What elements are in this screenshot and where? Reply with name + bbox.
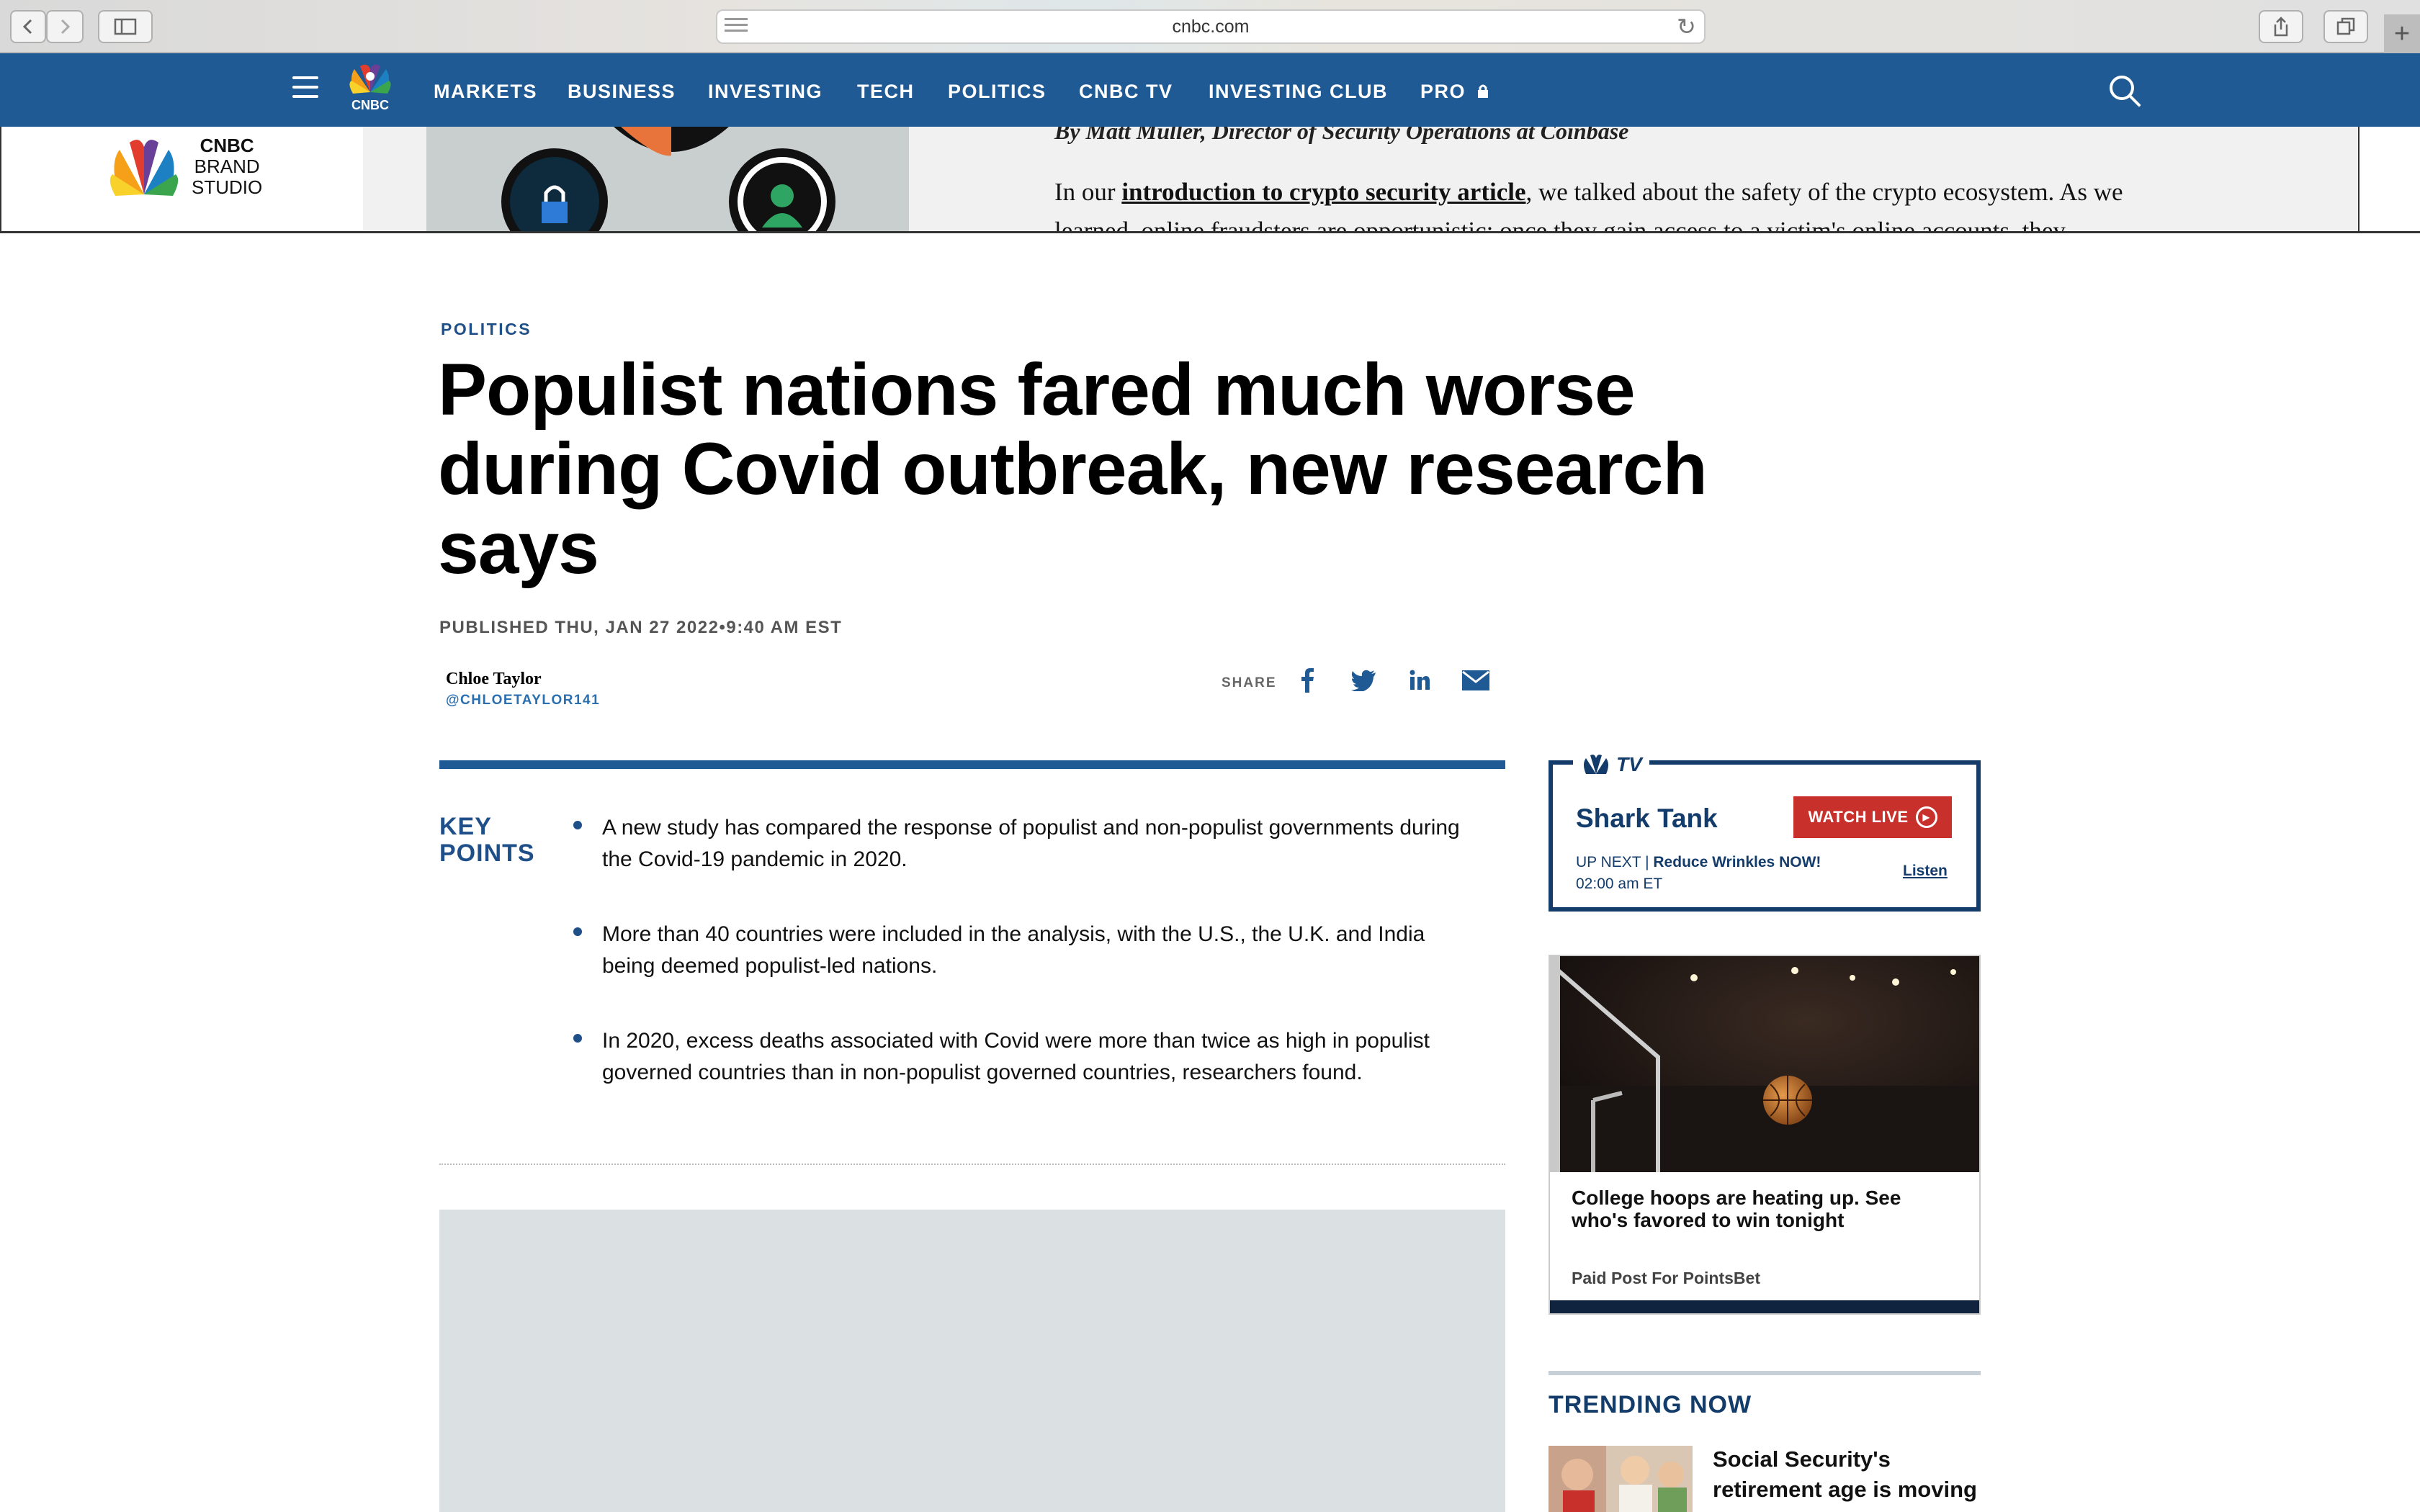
ad-right-panel (2358, 127, 2420, 231)
reload-icon[interactable]: ↻ (1677, 13, 1696, 40)
ad-paragraph: In our introduction to crypto security a… (1054, 173, 2207, 231)
trending-rule (1549, 1371, 1981, 1375)
bullet-icon (573, 1034, 582, 1043)
key-points-title-line1: KEY (439, 813, 492, 840)
nav-item-politics[interactable]: POLITICS (948, 81, 1047, 103)
nav-item-tech[interactable]: TECH (857, 81, 915, 103)
chevron-right-icon (60, 19, 71, 35)
back-button[interactable] (10, 10, 46, 43)
linkedin-share-button[interactable] (1404, 665, 1435, 696)
trending-thumbnail[interactable] (1549, 1446, 1693, 1512)
key-point-1: A new study has compared the response of… (602, 816, 1460, 871)
cnbc-tv-logo: TV (1573, 753, 1649, 776)
facebook-share-button[interactable] (1292, 665, 1322, 696)
share-label: SHARE (1222, 675, 1277, 690)
ad-banner[interactable]: CNBC BRAND STUDIO By Matt Muller, Direct… (0, 127, 2420, 233)
nav-item-cnbc-tv[interactable]: CNBC TV (1079, 81, 1173, 103)
chevron-left-icon (22, 19, 32, 35)
email-icon (1462, 670, 1489, 690)
bullet-icon (573, 927, 582, 936)
lock-icon (1478, 84, 1489, 98)
ad-article-link[interactable]: introduction to crypto security article (1121, 178, 1525, 206)
nav-item-investing-club[interactable]: INVESTING CLUB (1209, 81, 1388, 103)
listen-link[interactable]: Listen (1903, 863, 1948, 880)
menu-icon[interactable] (292, 76, 318, 98)
up-next-title: Reduce Wrinkles NOW! (1653, 854, 1821, 870)
headline: Populist nations fared much worse during… (438, 348, 1708, 589)
sponsored-title[interactable]: College hoops are heating up. See who's … (1572, 1187, 1960, 1231)
email-share-button[interactable] (1461, 665, 1491, 696)
basketball-image (1550, 956, 1979, 1172)
twitter-icon (1351, 670, 1376, 691)
key-point-2: More than 40 countries were included in … (602, 922, 1425, 978)
nav-item-investing[interactable]: INVESTING (708, 81, 823, 103)
brand-studio-text: CNBC BRAND STUDIO (192, 135, 262, 198)
up-next-time: 02:00 am ET (1576, 876, 1663, 892)
bullet-icon (573, 821, 582, 829)
key-points-rule (439, 760, 1505, 769)
new-tab-button[interactable]: + (2384, 14, 2420, 53)
brand-line-3: STUDIO (192, 176, 263, 198)
linkedin-icon (1410, 670, 1430, 690)
forward-button[interactable] (46, 10, 84, 43)
paid-post-label: Paid Post For PointsBet (1572, 1269, 1760, 1287)
browser-toolbar: cnbc.com ↻ + (0, 0, 2420, 53)
ad-article: By Matt Muller, Director of Security Ope… (1054, 127, 2351, 231)
author-name[interactable]: Chloe Taylor (446, 670, 542, 689)
address-bar[interactable]: cnbc.com (716, 9, 1706, 44)
nav-item-business[interactable]: BUSINESS (568, 81, 676, 103)
reader-icon[interactable] (725, 18, 748, 34)
trending-title: TRENDING NOW (1549, 1391, 1752, 1418)
nbc-peacock-icon (109, 140, 179, 196)
tv-label: TV (1616, 753, 1642, 775)
facebook-icon (1301, 668, 1314, 693)
logo-text: CNBC (351, 98, 389, 112)
section-label[interactable]: POLITICS (441, 320, 532, 339)
divider (439, 1164, 1505, 1165)
key-points-title-line2: POINTS (439, 840, 535, 867)
nav-item-pro-label: PRO (1420, 81, 1466, 102)
ad-para-prefix: In our (1054, 178, 1122, 206)
key-point-3: In 2020, excess deaths associated with C… (602, 1029, 1430, 1084)
card-footer-bar (1550, 1300, 1979, 1313)
sidebar-toggle-button[interactable] (98, 10, 153, 43)
play-icon: ▶ (1915, 806, 1937, 828)
brand-line-1: CNBC (200, 135, 254, 156)
sponsored-card[interactable]: College hoops are heating up. See who's … (1549, 955, 1981, 1315)
nav-item-markets[interactable]: MARKETS (434, 81, 537, 103)
watch-live-button[interactable]: WATCH LIVE ▶ (1793, 796, 1952, 838)
search-icon[interactable] (2106, 72, 2143, 109)
tabs-icon (2336, 17, 2355, 35)
brand-line-2: BRAND (194, 156, 260, 177)
video-placeholder[interactable] (439, 1210, 1505, 1512)
up-next-prefix: UP NEXT | (1576, 854, 1654, 870)
author-handle[interactable]: @CHLOETAYLOR141 (446, 693, 600, 708)
watch-live-label: WATCH LIVE (1808, 808, 1909, 826)
nav-item-pro[interactable]: PRO (1420, 81, 1489, 103)
cnbc-logo[interactable]: CNBC (339, 62, 402, 112)
trending-headline[interactable]: Social Security's retirement age is movi… (1713, 1444, 1986, 1505)
share-icon (2274, 17, 2288, 37)
tabs-button[interactable] (2323, 10, 2368, 43)
published-date: PUBLISHED THU, JAN 27 2022•9:40 AM EST (439, 618, 843, 637)
url-text: cnbc.com (1172, 16, 1250, 37)
key-points-title: KEY POINTS (439, 814, 535, 867)
up-next: UP NEXT | Reduce Wrinkles NOW! (1576, 854, 1821, 871)
twitter-share-button[interactable] (1348, 665, 1379, 696)
sidebar-icon (114, 18, 137, 35)
tv-show-title[interactable]: Shark Tank (1576, 804, 1718, 834)
ad-byline: By Matt Muller, Director of Security Ope… (1054, 127, 1629, 144)
share-button[interactable] (2259, 10, 2303, 43)
brand-studio-panel: CNBC BRAND STUDIO (0, 127, 363, 231)
ad-illustration (426, 127, 909, 231)
peacock-icon (1584, 755, 1608, 774)
